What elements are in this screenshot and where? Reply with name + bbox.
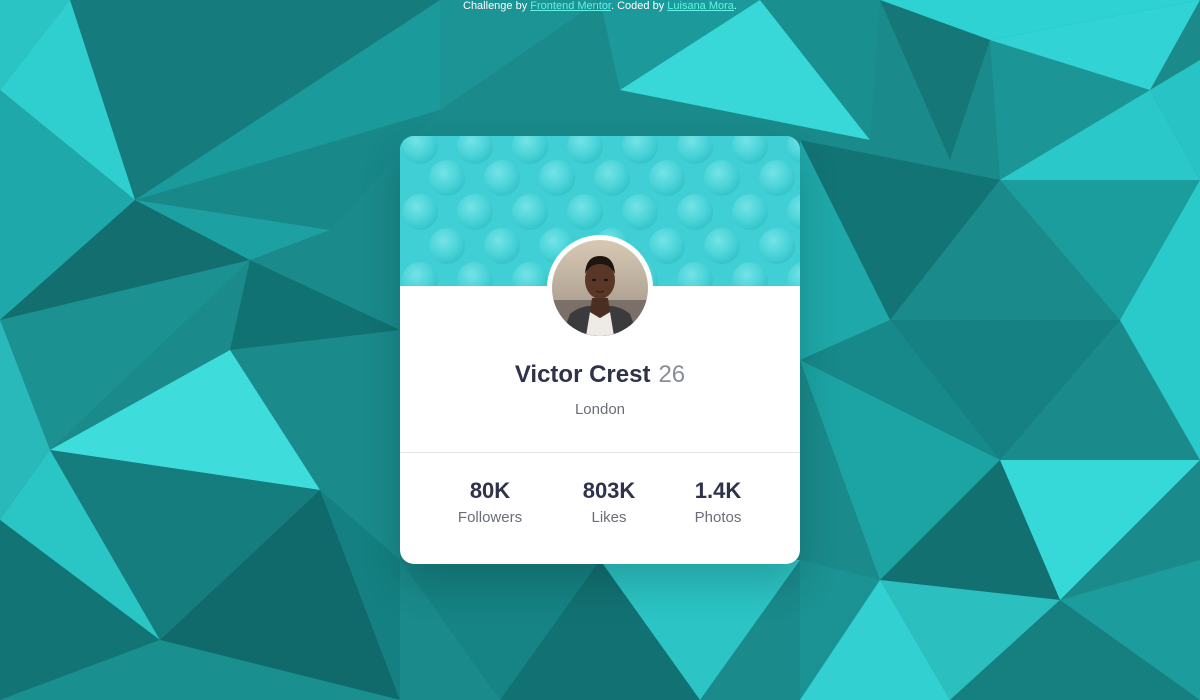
profile-location: London [574, 401, 626, 418]
stat-value: 1.4K [694, 478, 742, 503]
stat-value: 803K [582, 478, 636, 503]
name-row: Victor Crest 26 [400, 360, 800, 390]
avatar [547, 235, 653, 341]
attribution-middle: . Coded by [611, 0, 668, 12]
author-link[interactable]: Luisana Mora [667, 0, 734, 12]
stat-photos: 1.4K Photos [658, 476, 778, 528]
stat-followers: 80K Followers [430, 476, 550, 528]
frontend-mentor-link[interactable]: Frontend Mentor [530, 0, 611, 12]
stats-row: 80K Followers 803K Likes 1.4K Photos [400, 476, 800, 536]
stat-value: 80K [469, 478, 511, 503]
profile-age: 26 [658, 361, 686, 388]
divider [400, 452, 800, 453]
stat-label: Followers [457, 509, 523, 526]
stat-likes: 803K Likes [549, 476, 669, 528]
attribution-suffix: . [733, 0, 737, 12]
profile-name: Victor Crest [514, 361, 651, 388]
avatar-photo [552, 240, 648, 336]
profile-card: Victor Crest 26 London 80K Followers 803K… [400, 136, 800, 564]
stat-label: Likes [591, 509, 627, 526]
stat-label: Photos [694, 509, 742, 526]
attribution: Challenge by Frontend Mentor. Coded by L… [0, 0, 1200, 13]
attribution-prefix: Challenge by [463, 0, 531, 12]
